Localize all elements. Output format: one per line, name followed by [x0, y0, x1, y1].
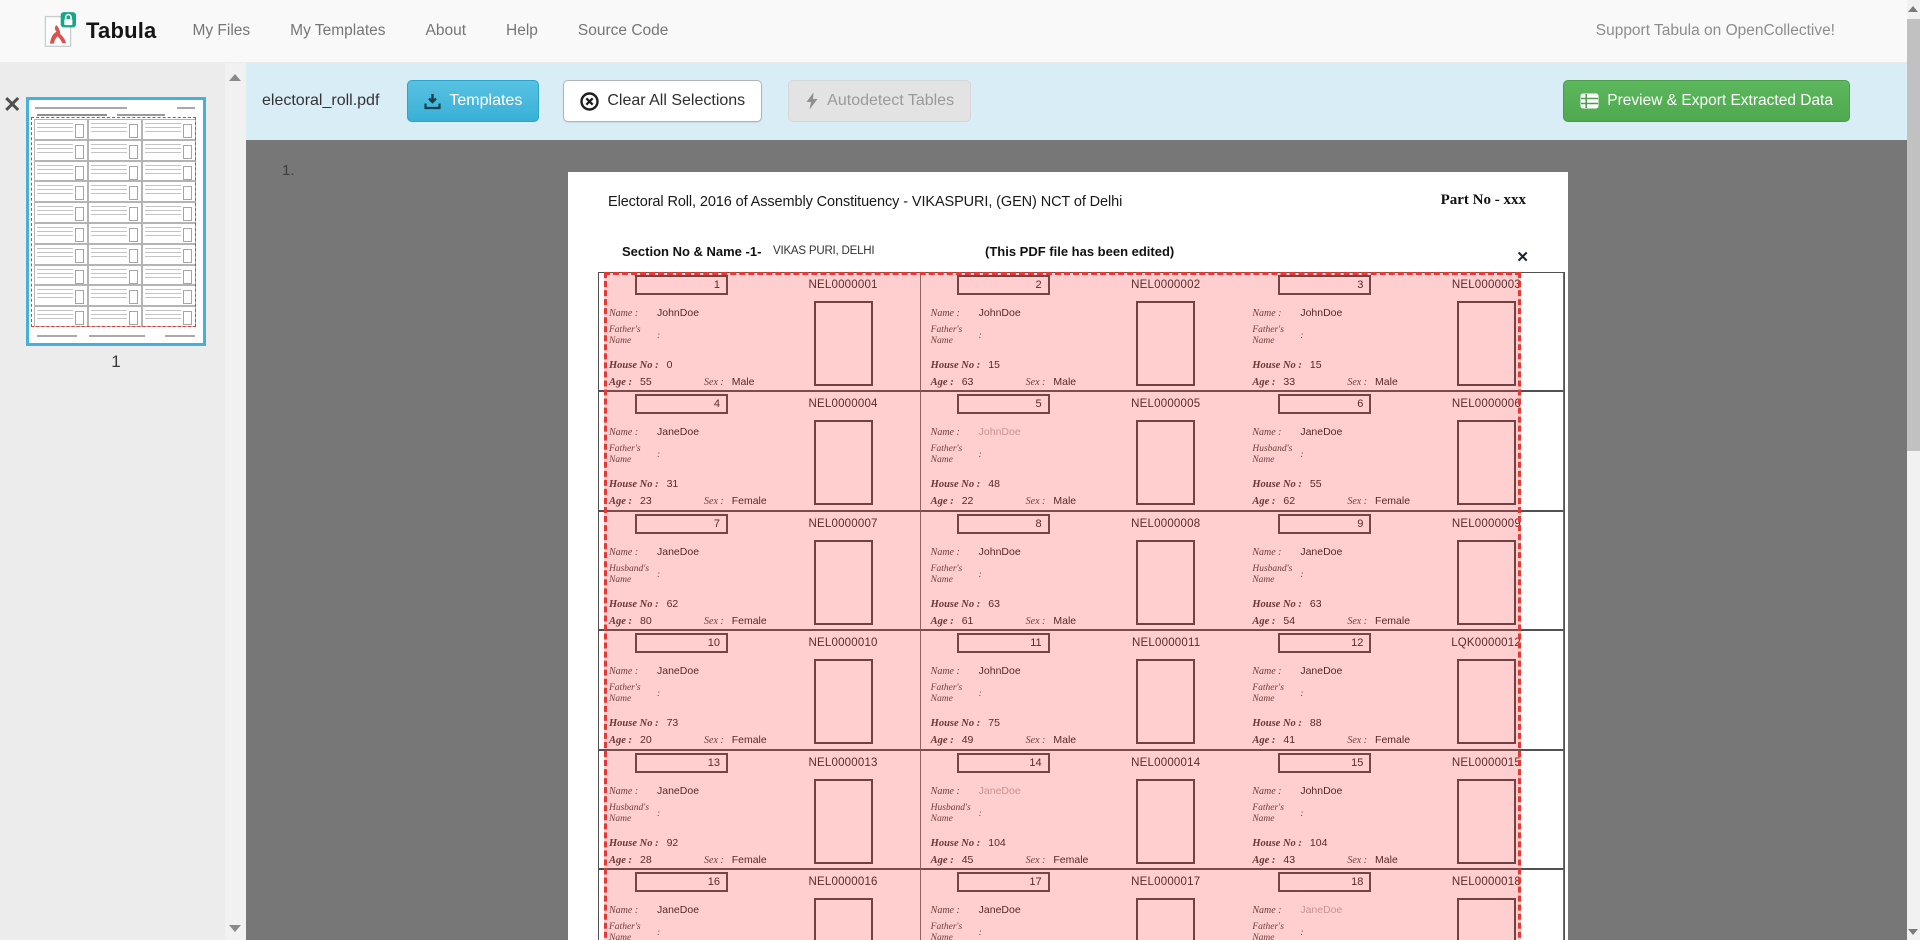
tabula-logo — [40, 11, 76, 51]
page-number-label: 1. — [282, 162, 295, 179]
thumb-footer-bar — [37, 335, 77, 337]
thumb-footer-bar3 — [165, 335, 195, 337]
nav-item[interactable]: About — [426, 22, 467, 40]
preview-export-button[interactable]: Preview & Export Extracted Data — [1563, 80, 1850, 122]
lightning-icon — [805, 92, 819, 110]
table-list-icon — [1580, 93, 1599, 109]
templates-icon — [424, 93, 441, 110]
tabula-app: Tabula My Files My Templates About Help … — [0, 0, 1920, 940]
selection-close-icon[interactable]: ✕ — [1516, 250, 1529, 265]
window-scrollbar-thumb[interactable] — [1907, 19, 1920, 451]
nav-item[interactable]: Source Code — [578, 22, 668, 40]
pdf-section-row: Section No & Name -1- VIKAS PURI, DELHI … — [568, 244, 1568, 264]
thumb-title-bar — [35, 107, 127, 109]
navbar: Tabula My Files My Templates About Help … — [0, 0, 1907, 63]
sidebar-scrollbar[interactable] — [225, 62, 246, 940]
remove-circle-icon — [580, 92, 599, 111]
pdf-page[interactable]: Electoral Roll, 2016 of Assembly Constit… — [568, 172, 1568, 940]
document-viewport: 1. Electoral Roll, 2016 of Assembly Cons… — [246, 140, 1907, 940]
nav-item[interactable]: My Files — [192, 22, 250, 40]
remove-page-icon[interactable]: ✕ — [3, 94, 21, 116]
page-thumbnail[interactable] — [26, 97, 206, 346]
pdf-title: Electoral Roll, 2016 of Assembly Constit… — [608, 194, 1122, 210]
thumb-note-bar — [117, 114, 165, 116]
edited-note: (This PDF file has been edited) — [985, 244, 1174, 259]
support-link[interactable]: Support Tabula on OpenCollective! — [1596, 22, 1835, 40]
pdf-part-no: Part No - xxx — [1441, 192, 1526, 209]
nav-item[interactable]: My Templates — [290, 22, 385, 40]
section-label: Section No & Name -1- — [622, 244, 761, 259]
thumb-partno-bar — [177, 107, 195, 109]
thumbnail-page-number: 1 — [26, 352, 206, 372]
window-scrollbar[interactable] — [1907, 0, 1920, 940]
table-selection[interactable]: ✕ — [604, 272, 1521, 940]
autodetect-tables-button: Autodetect Tables — [788, 80, 971, 122]
nav-menu: My Files My Templates About Help Source … — [192, 22, 668, 40]
toolbar: electoral_roll.pdf Templates Clear All S… — [246, 62, 1907, 140]
clear-selections-button[interactable]: Clear All Selections — [563, 80, 762, 122]
brand-title: Tabula — [86, 18, 156, 44]
nav-item[interactable]: Help — [506, 22, 538, 40]
window-scroll-up-icon[interactable] — [1908, 6, 1918, 12]
open-filename: electoral_roll.pdf — [262, 92, 379, 110]
thumbnail-selection-outline — [31, 117, 196, 327]
thumb-footer-bar2 — [89, 335, 145, 337]
page-thumbnail-sidebar: ✕ 1 — [0, 62, 246, 940]
thumb-section-bar — [37, 114, 107, 116]
templates-button[interactable]: Templates — [407, 80, 539, 122]
scroll-down-icon[interactable] — [229, 925, 241, 932]
scroll-up-icon[interactable] — [229, 74, 241, 81]
section-value: VIKAS PURI, DELHI — [773, 245, 874, 257]
window-scroll-down-icon[interactable] — [1908, 929, 1918, 935]
